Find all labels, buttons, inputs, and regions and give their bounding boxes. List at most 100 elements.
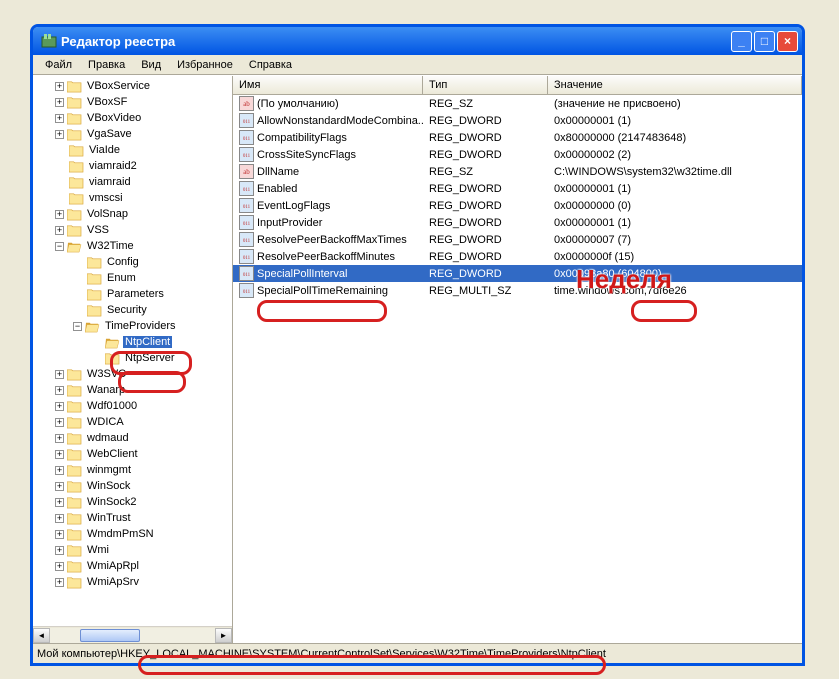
tree-label[interactable]: WmdmPmSN: [85, 528, 156, 540]
tree-item[interactable]: + WinTrust: [35, 510, 233, 526]
tree-label[interactable]: Security: [105, 304, 149, 316]
expand-toggle[interactable]: +: [55, 530, 64, 539]
tree-item[interactable]: viamraid: [35, 174, 233, 190]
close-button[interactable]: ×: [777, 31, 798, 52]
tree-item[interactable]: + WinSock: [35, 478, 233, 494]
tree-label[interactable]: viamraid: [87, 176, 133, 188]
expand-toggle[interactable]: +: [55, 210, 64, 219]
value-row[interactable]: 011EventLogFlagsREG_DWORD0x00000000 (0): [233, 197, 802, 214]
value-row[interactable]: 011CrossSiteSyncFlagsREG_DWORD0x00000002…: [233, 146, 802, 163]
tree-label[interactable]: WinSock2: [85, 496, 139, 508]
tree-label[interactable]: vmscsi: [87, 192, 125, 204]
expand-toggle[interactable]: +: [55, 130, 64, 139]
tree-label[interactable]: W32Time: [85, 240, 136, 252]
tree-label[interactable]: viamraid2: [87, 160, 139, 172]
tree-item[interactable]: +winmgmt: [35, 462, 233, 478]
tree-label[interactable]: VBoxService: [85, 80, 152, 92]
menu-file[interactable]: Файл: [37, 57, 80, 73]
expand-toggle[interactable]: +: [55, 578, 64, 587]
tree-label[interactable]: Enum: [105, 272, 138, 284]
value-row[interactable]: 011ResolvePeerBackoffMaxTimesREG_DWORD0x…: [233, 231, 802, 248]
menu-favorites[interactable]: Избранное: [169, 57, 241, 73]
expand-toggle[interactable]: −: [73, 322, 82, 331]
tree-item[interactable]: +wdmaud: [35, 430, 233, 446]
value-row[interactable]: 011InputProviderREG_DWORD0x00000001 (1): [233, 214, 802, 231]
expand-toggle[interactable]: +: [55, 226, 64, 235]
expand-toggle[interactable]: +: [55, 466, 64, 475]
expand-toggle[interactable]: +: [55, 482, 64, 491]
value-row[interactable]: 011AllowNonstandardModeCombina...REG_DWO…: [233, 112, 802, 129]
column-value[interactable]: Значение: [548, 76, 802, 94]
expand-toggle[interactable]: +: [55, 418, 64, 427]
expand-toggle[interactable]: −: [55, 242, 64, 251]
expand-toggle[interactable]: +: [55, 450, 64, 459]
tree-item[interactable]: Config: [35, 254, 233, 270]
tree-item[interactable]: + VSS: [35, 222, 233, 238]
expand-toggle[interactable]: +: [55, 498, 64, 507]
tree-item[interactable]: Enum: [35, 270, 233, 286]
column-name[interactable]: Имя: [233, 76, 423, 94]
scroll-left-button[interactable]: ◄: [33, 628, 50, 643]
tree-item[interactable]: +W3SVC: [35, 366, 233, 382]
tree-label[interactable]: wdmaud: [85, 432, 131, 444]
registry-tree[interactable]: +VBoxService+VBoxSF+VBoxVideo+VgaSaveVia…: [33, 76, 233, 626]
tree-item[interactable]: viamraid2: [35, 158, 233, 174]
tree-label[interactable]: TimeProviders: [103, 320, 178, 332]
tree-item[interactable]: +Wmi: [35, 542, 233, 558]
tree-item[interactable]: + Wanarp: [35, 382, 233, 398]
tree-item[interactable]: +WmiApRpl: [35, 558, 233, 574]
tree-label[interactable]: WinSock: [85, 480, 132, 492]
column-type[interactable]: Тип: [423, 76, 548, 94]
tree-item[interactable]: − TimeProviders: [35, 318, 233, 334]
value-row[interactable]: 011CompatibilityFlagsREG_DWORD0x80000000…: [233, 129, 802, 146]
expand-toggle[interactable]: +: [55, 402, 64, 411]
menu-view[interactable]: Вид: [133, 57, 169, 73]
tree-hscroll[interactable]: ◄ ►: [33, 626, 232, 643]
tree-label[interactable]: WmiApRpl: [85, 560, 141, 572]
expand-toggle[interactable]: +: [55, 370, 64, 379]
tree-item[interactable]: + WinSock2: [35, 494, 233, 510]
tree-label[interactable]: VSS: [85, 224, 111, 236]
tree-item[interactable]: + Wdf01000: [35, 398, 233, 414]
tree-label[interactable]: Wanarp: [85, 384, 127, 396]
scroll-right-button[interactable]: ►: [215, 628, 232, 643]
value-row[interactable]: 011SpecialPollTimeRemainingREG_MULTI_SZt…: [233, 282, 802, 299]
minimize-button[interactable]: _: [731, 31, 752, 52]
tree-item[interactable]: +VBoxService: [35, 78, 233, 94]
tree-label[interactable]: WmiApSrv: [85, 576, 141, 588]
tree-item[interactable]: Security: [35, 302, 233, 318]
tree-item[interactable]: + WmdmPmSN: [35, 526, 233, 542]
tree-label[interactable]: Wdf01000: [85, 400, 139, 412]
tree-item[interactable]: ViaIde: [35, 142, 233, 158]
tree-item[interactable]: + VBoxSF: [35, 94, 233, 110]
list-body[interactable]: ab(По умолчанию)REG_SZ(значение не присв…: [233, 95, 802, 643]
value-row[interactable]: 011EnabledREG_DWORD0x00000001 (1): [233, 180, 802, 197]
tree-label[interactable]: Config: [105, 256, 141, 268]
menu-help[interactable]: Справка: [241, 57, 300, 73]
tree-label[interactable]: VBoxSF: [85, 96, 129, 108]
titlebar[interactable]: Редактор реестра _ □ ×: [33, 27, 802, 55]
tree-item[interactable]: + VolSnap: [35, 206, 233, 222]
value-row[interactable]: 011SpecialPollIntervalREG_DWORD0x00093a8…: [233, 265, 802, 282]
tree-label[interactable]: WinTrust: [85, 512, 133, 524]
tree-label[interactable]: VolSnap: [85, 208, 130, 220]
value-row[interactable]: ab(По умолчанию)REG_SZ(значение не присв…: [233, 95, 802, 112]
tree-item[interactable]: vmscsi: [35, 190, 233, 206]
tree-label[interactable]: Parameters: [105, 288, 166, 300]
expand-toggle[interactable]: +: [55, 386, 64, 395]
tree-label[interactable]: VBoxVideo: [85, 112, 143, 124]
tree-item[interactable]: +WDICA: [35, 414, 233, 430]
tree-item[interactable]: NtpClient: [35, 334, 233, 350]
tree-item[interactable]: NtpServer: [35, 350, 233, 366]
scroll-thumb[interactable]: [80, 629, 140, 642]
tree-label[interactable]: NtpServer: [123, 352, 177, 364]
tree-item[interactable]: + WmiApSrv: [35, 574, 233, 590]
tree-label[interactable]: VgaSave: [85, 128, 134, 140]
tree-item[interactable]: +WebClient: [35, 446, 233, 462]
expand-toggle[interactable]: +: [55, 514, 64, 523]
tree-label[interactable]: NtpClient: [123, 336, 172, 348]
tree-label[interactable]: Wmi: [85, 544, 111, 556]
value-row[interactable]: abDllNameREG_SZC:\WINDOWS\system32\w32ti…: [233, 163, 802, 180]
expand-toggle[interactable]: +: [55, 98, 64, 107]
tree-item[interactable]: Parameters: [35, 286, 233, 302]
